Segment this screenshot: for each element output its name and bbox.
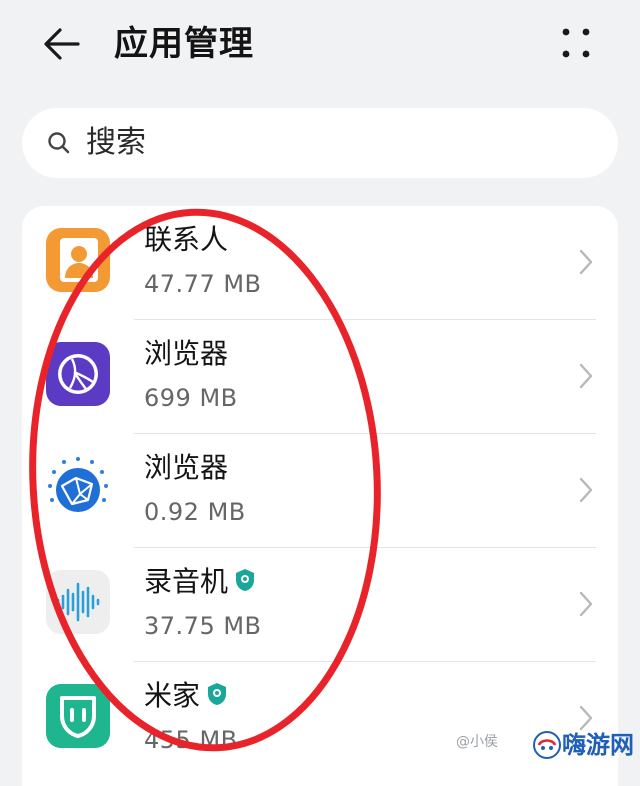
browser-purple-icon xyxy=(46,342,110,406)
app-name: 浏览器 xyxy=(144,451,229,484)
app-size: 699 MB xyxy=(144,384,238,412)
app-size: 37.75 MB xyxy=(144,612,262,640)
chevron-right-icon xyxy=(579,591,593,617)
browser-blue-icon xyxy=(46,456,110,520)
shield-badge-icon xyxy=(208,683,227,705)
chevron-right-icon xyxy=(579,477,593,503)
list-item-recorder[interactable]: 录音机 37.75 MB xyxy=(22,548,618,662)
app-list: 联系人 47.77 MB 浏览器 699 MB 浏览器 0.92 MB 录音机 … xyxy=(22,206,618,786)
list-item-contacts[interactable]: 联系人 47.77 MB xyxy=(22,206,618,320)
search-placeholder: 搜索 xyxy=(86,125,146,160)
search-input[interactable]: 搜索 xyxy=(22,108,618,178)
gamepad-logo-icon xyxy=(533,731,561,759)
app-name: 米家 xyxy=(144,678,228,714)
app-size: 455 MB xyxy=(144,726,238,754)
top-app-bar: 应用管理 xyxy=(0,0,640,90)
list-item-browser-1[interactable]: 浏览器 699 MB xyxy=(22,320,618,434)
contacts-icon xyxy=(46,228,110,292)
mijia-icon xyxy=(46,684,110,748)
more-dots-icon xyxy=(562,28,590,58)
list-item-browser-2[interactable]: 浏览器 0.92 MB xyxy=(22,434,618,548)
app-size: 0.92 MB xyxy=(144,498,246,526)
more-options-button[interactable] xyxy=(556,24,596,64)
app-name: 联系人 xyxy=(144,223,229,256)
app-name: 浏览器 xyxy=(144,337,229,370)
chevron-right-icon xyxy=(579,363,593,389)
chevron-right-icon xyxy=(579,249,593,275)
app-name: 录音机 xyxy=(144,564,256,600)
app-size: 47.77 MB xyxy=(144,270,262,298)
recorder-icon xyxy=(46,570,110,634)
logo-text: 嗨游网 xyxy=(562,731,634,759)
shield-badge-icon xyxy=(236,569,255,591)
search-icon xyxy=(48,132,70,154)
page-title: 应用管理 xyxy=(114,24,254,64)
list-item-mijia[interactable]: 米家 455 MB xyxy=(22,662,618,776)
back-arrow-icon xyxy=(44,28,80,60)
watermark-text: @小侯 xyxy=(456,734,498,750)
chevron-right-icon xyxy=(579,705,593,731)
back-button[interactable] xyxy=(40,24,84,64)
